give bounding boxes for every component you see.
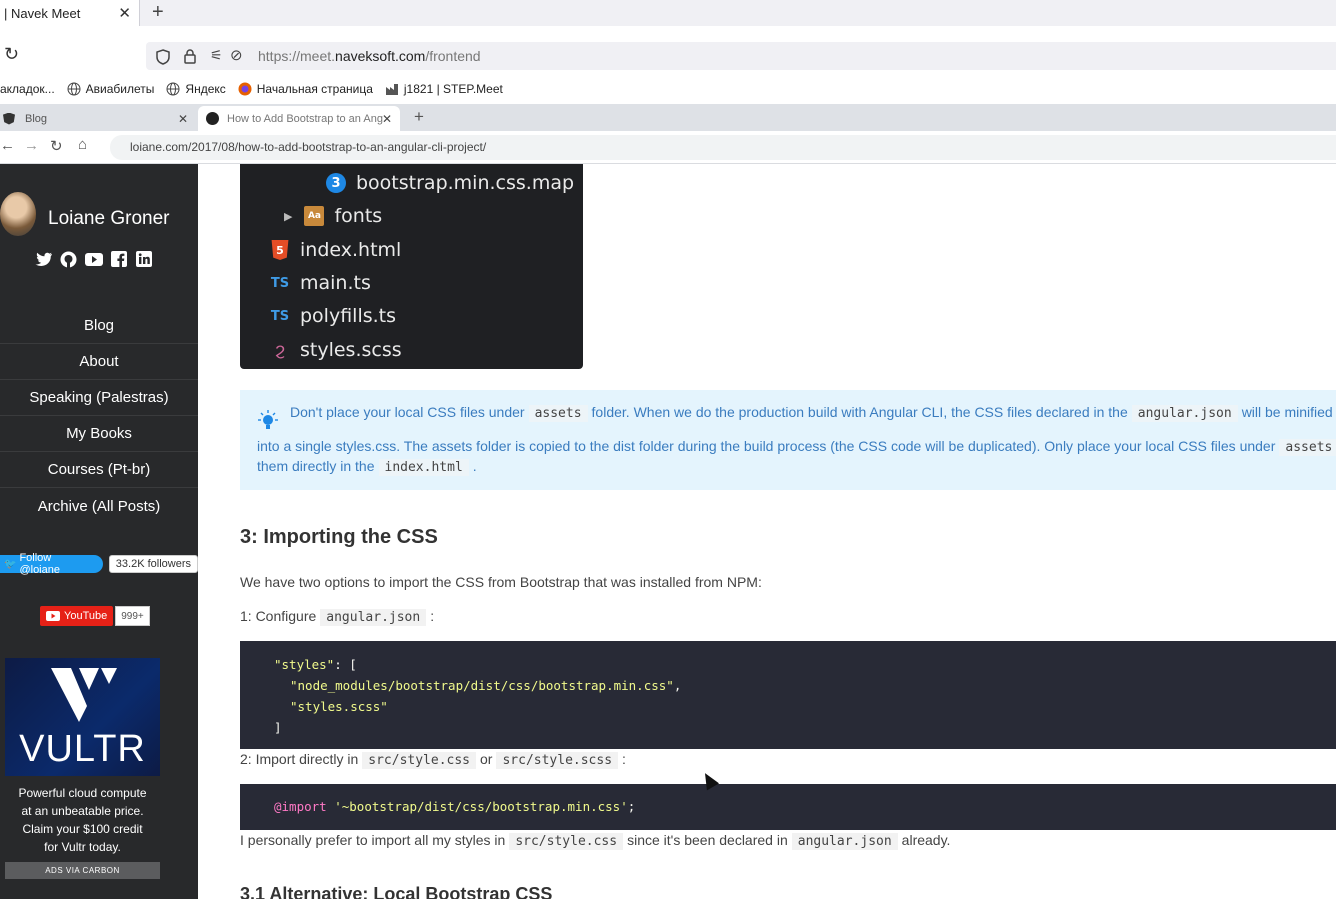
css-icon: 3 [326, 173, 346, 193]
article-content: 3 bootstrap.min.css.map ▶ Aa fonts 5 ind… [198, 164, 1336, 899]
social-links [34, 250, 153, 268]
folder-icon: Aa [304, 206, 325, 226]
youtube-icon[interactable] [84, 250, 103, 268]
nav-my-books[interactable]: My Books [0, 416, 198, 452]
sass-icon: ϩ [274, 340, 286, 360]
bookmarks-bar: акладок... Авиабилеты Яндекс Начальная с… [0, 78, 1336, 100]
callout-line-2: into a single styles.css. The assets fol… [257, 438, 1336, 456]
twitter-icon: 🐦 [4, 558, 17, 570]
nav-blog[interactable]: Blog [0, 308, 198, 344]
reload-icon[interactable]: ↻ [50, 137, 63, 155]
nav-about[interactable]: About [0, 344, 198, 380]
permissions-icon[interactable]: ⚟ [210, 47, 223, 64]
section-heading-importing-css: 3: Importing the CSS [240, 526, 438, 548]
tree-item: TS main.ts [270, 272, 371, 294]
tree-item: 5 index.html [270, 239, 401, 261]
ad-description[interactable]: Powerful cloud compute at an unbeatable … [5, 784, 160, 856]
inner-address-bar[interactable]: loiane.com/2017/08/how-to-add-bootstrap-… [110, 135, 1336, 160]
outer-tab-navek-meet[interactable]: | Navek Meet ✕ [0, 0, 140, 26]
facebook-icon[interactable] [109, 250, 128, 268]
code-icon [206, 112, 219, 125]
inner-tab-blog[interactable]: Blog ✕ [0, 106, 196, 131]
close-tab-icon[interactable]: ✕ [382, 112, 392, 126]
vultr-ad-image[interactable]: VULTR [5, 658, 160, 776]
outer-tab-bar: | Navek Meet ✕ + [0, 0, 1336, 26]
callout-line-1: Don't place your local CSS files under as… [290, 404, 1336, 422]
twitter-icon[interactable] [34, 250, 53, 268]
ts-icon: TS [270, 275, 290, 291]
bookmark-home[interactable]: Начальная страница [238, 82, 373, 96]
youtube-subscriber-count: 999+ [115, 606, 150, 626]
lightbulb-icon [258, 410, 278, 429]
info-callout: Don't place your local CSS files under as… [240, 390, 1336, 490]
forward-icon[interactable]: → [24, 137, 39, 154]
bookmark-aviabilety[interactable]: Авиабилеты [67, 82, 154, 96]
factory-icon [385, 82, 399, 96]
reload-icon[interactable]: ↻ [4, 44, 19, 65]
shield-icon [156, 49, 170, 65]
sidebar-nav: Blog About Speaking (Palestras) My Books… [0, 308, 198, 524]
globe-icon [166, 82, 180, 96]
outer-url: https://meet.naveksoft.com/frontend [258, 48, 481, 64]
youtube-icon [46, 611, 60, 621]
site-author-name[interactable]: Loiane Groner [48, 208, 169, 230]
ad-logo-text: VULTR [19, 728, 146, 770]
back-icon[interactable]: ← [0, 137, 15, 154]
ads-via-carbon-link[interactable]: ADS VIA CARBON [5, 862, 160, 879]
nav-courses[interactable]: Courses (Pt-br) [0, 452, 198, 488]
bookmark-step-meet[interactable]: j1821 | STEP.Meet [385, 82, 503, 96]
lock-icon [184, 49, 196, 64]
twitter-follow-widget: 🐦 Follow @loiane 33.2K followers [0, 552, 198, 576]
github-icon[interactable] [59, 250, 78, 268]
code-block-import: @import '~bootstrap/dist/css/bootstrap.m… [240, 784, 1336, 830]
home-icon[interactable]: ⌂ [78, 136, 87, 153]
section-heading-alternative: 3.1 Alternative: Local Bootstrap CSS [240, 884, 553, 899]
ts-icon: TS [270, 308, 290, 324]
avatar [0, 192, 36, 236]
close-tab-icon[interactable]: ✕ [178, 112, 188, 126]
angular-icon [3, 112, 15, 125]
paragraph-configure: 1: Configure angular.json: [240, 608, 435, 626]
outer-nav-bar: ↻ ⚟ ⊘ https://meet.naveksoft.com/fronten… [0, 38, 1336, 74]
tree-item: ϩ styles.scss [270, 339, 402, 361]
inner-tab-article[interactable]: How to Add Bootstrap to an Ang ✕ [198, 106, 400, 131]
nav-speaking[interactable]: Speaking (Palestras) [0, 380, 198, 416]
youtube-subscribe-button[interactable]: YouTube [40, 606, 114, 626]
vultr-logo-icon [51, 668, 117, 722]
file-tree-image: 3 bootstrap.min.css.map ▶ Aa fonts 5 ind… [240, 164, 583, 369]
linkedin-icon[interactable] [134, 250, 153, 268]
paragraph-import-directly: 2: Import directly in src/style.css or src/… [240, 751, 626, 769]
firefox-icon [238, 82, 252, 96]
tree-item: TS polyfills.ts [270, 305, 397, 327]
new-tab-icon[interactable]: + [152, 1, 164, 24]
paragraph-prefer: I personally prefer to import all my sty… [240, 832, 951, 850]
new-tab-icon[interactable]: + [414, 107, 424, 127]
bookmark-folder[interactable]: акладок... [0, 82, 55, 96]
nav-archive[interactable]: Archive (All Posts) [0, 488, 198, 524]
tracking-off-icon[interactable]: ⊘ [230, 46, 243, 64]
blog-sidebar: Loiane Groner Blog About Speaking (Pales… [0, 164, 198, 899]
twitter-follower-count[interactable]: 33.2K followers [108, 555, 198, 573]
chevron-right-icon: ▶ [284, 209, 293, 223]
paragraph-options: We have two options to import the CSS fr… [240, 574, 762, 590]
html5-icon: 5 [271, 240, 289, 260]
youtube-subscribe-widget: YouTube 999+ [40, 606, 150, 626]
outer-tab-title: | Navek Meet [4, 5, 81, 21]
tree-item: 3 bootstrap.min.css.map [326, 172, 574, 194]
twitter-follow-button[interactable]: 🐦 Follow @loiane [0, 552, 103, 576]
bookmark-yandex[interactable]: Яндекс [166, 82, 226, 96]
close-tab-icon[interactable]: ✕ [118, 4, 131, 22]
code-block-angular-json: "styles": [ "node_modules/bootstrap/dist… [240, 641, 1336, 749]
tree-item: ▶ Aa fonts [284, 205, 383, 227]
inner-nav-bar: ← → ↻ ⌂ loiane.com/2017/08/how-to-add-bo… [0, 131, 1336, 164]
globe-icon [67, 82, 81, 96]
callout-line-3: them directly in the index.html. [257, 458, 477, 476]
inner-tab-bar: Blog ✕ How to Add Bootstrap to an Ang ✕ … [0, 104, 1336, 131]
